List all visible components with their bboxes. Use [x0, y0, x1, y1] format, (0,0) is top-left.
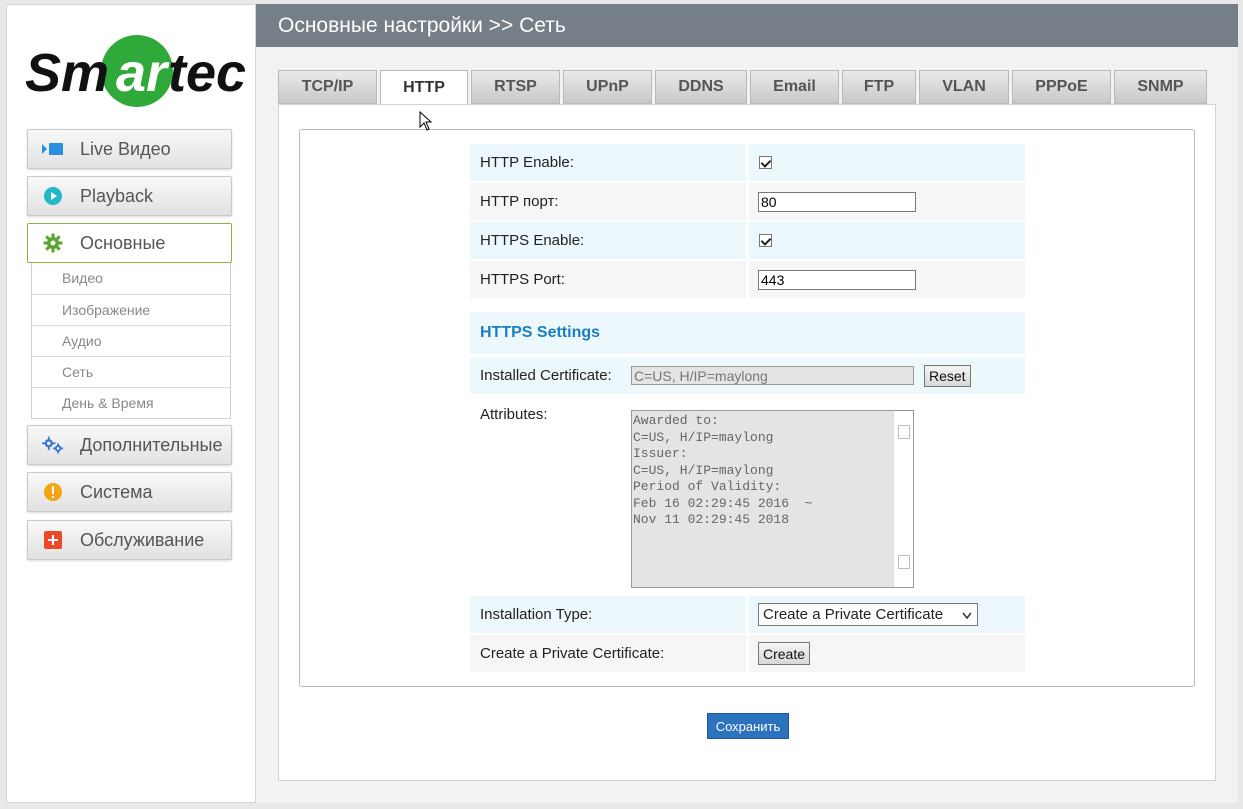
reset-button[interactable]: Reset: [924, 364, 971, 387]
nav-basic[interactable]: Основные: [27, 223, 232, 263]
nav-label: Дополнительные: [80, 434, 223, 455]
http-enable-checkbox[interactable]: [759, 156, 772, 169]
installed-cert-field: [631, 366, 914, 385]
page-title: Основные настройки >> Сеть: [256, 4, 1238, 47]
scroll-down-arrow[interactable]: [898, 555, 910, 569]
tab-pppoe[interactable]: PPPoE: [1012, 70, 1111, 104]
https-enable-checkbox[interactable]: [759, 234, 772, 247]
tab-bar: TCP/IP HTTP RTSP UPnP DDNS Email FTP VLA…: [278, 70, 1210, 106]
nav-label: Playback: [80, 185, 154, 206]
nav-playback[interactable]: Playback: [27, 176, 232, 216]
tab-snmp[interactable]: SNMP: [1114, 70, 1207, 104]
submenu: Видео Изображение Аудио Сеть День & Врем…: [31, 263, 231, 419]
https-port-input[interactable]: [758, 269, 916, 290]
tab-http[interactable]: HTTP: [380, 70, 468, 106]
https-enable-label: HTTPS Enable:: [470, 222, 746, 259]
scroll-up-arrow[interactable]: [898, 425, 910, 439]
install-type-label: Installation Type:: [470, 596, 746, 633]
http-port-row: HTTP порт:: [470, 183, 1025, 220]
gear-icon: [42, 232, 64, 254]
submenu-item-image[interactable]: Изображение: [32, 294, 230, 325]
http-port-label: HTTP порт:: [470, 183, 746, 220]
nav-live-video[interactable]: Live Видео: [27, 129, 232, 169]
attributes-scrollbar[interactable]: [893, 411, 913, 587]
installed-cert-row: Installed Certificate: Reset: [470, 357, 1025, 394]
nav-label: Обслуживание: [80, 529, 205, 550]
attributes-textarea[interactable]: Awarded to: C=US, H/IP=maylong Issuer: C…: [631, 410, 914, 588]
submenu-item-video[interactable]: Видео: [32, 263, 230, 294]
http-port-input[interactable]: [758, 191, 916, 212]
gears-icon: [42, 434, 64, 456]
tab-vlan[interactable]: VLAN: [919, 70, 1009, 104]
svg-text:tec: tec: [168, 43, 246, 103]
svg-text:ar: ar: [116, 43, 170, 103]
attributes-text: Awarded to: C=US, H/IP=maylong Issuer: C…: [633, 413, 813, 527]
installed-cert-label: Installed Certificate:: [480, 367, 612, 384]
https-settings-title: HTTPS Settings: [480, 324, 601, 341]
plus-icon: [42, 529, 64, 551]
http-enable-row: HTTP Enable:: [470, 144, 1025, 181]
submenu-item-network[interactable]: Сеть: [32, 356, 230, 387]
https-port-label: HTTPS Port:: [470, 261, 746, 298]
smartec-logo: Sm ar tec: [25, 35, 246, 107]
save-button[interactable]: Сохранить: [707, 713, 789, 739]
svg-text:Sm: Sm: [25, 43, 109, 103]
https-enable-row: HTTPS Enable:: [470, 222, 1025, 259]
nav-maintenance[interactable]: Обслуживание: [27, 520, 232, 560]
nav-label: Live Видео: [80, 138, 171, 159]
tab-upnp[interactable]: UPnP: [563, 70, 652, 104]
mouse-cursor-icon: [419, 111, 433, 131]
https-port-row: HTTPS Port:: [470, 261, 1025, 298]
warning-icon: [42, 481, 64, 503]
tab-tcpip[interactable]: TCP/IP: [278, 70, 377, 104]
play-icon: [42, 185, 64, 207]
tab-email[interactable]: Email: [750, 70, 839, 104]
https-settings-header: HTTPS Settings: [470, 312, 1025, 354]
nav-system[interactable]: Система: [27, 472, 232, 512]
tab-content: HTTP Enable: HTTP порт: HTTPS Enable:: [278, 104, 1216, 781]
sidebar: Sm ar tec Live Видео Playback Основные В…: [6, 4, 256, 803]
tab-ddns[interactable]: DDNS: [655, 70, 747, 104]
install-type-select[interactable]: Create a Private Certificate: [758, 603, 978, 626]
tab-rtsp[interactable]: RTSP: [471, 70, 560, 104]
camera-icon: [42, 138, 64, 160]
attributes-row: Attributes: Awarded to: C=US, H/IP=maylo…: [470, 396, 1025, 592]
nav-label: Система: [80, 481, 153, 502]
submenu-item-audio[interactable]: Аудио: [32, 325, 230, 356]
install-type-value: Create a Private Certificate: [763, 606, 944, 623]
install-type-row: Installation Type: Create a Private Cert…: [470, 596, 1025, 633]
attributes-label: Attributes:: [480, 406, 548, 423]
create-cert-row: Create a Private Certificate: Create: [470, 635, 1025, 672]
create-button[interactable]: Create: [758, 642, 811, 665]
nav-label: Основные: [80, 232, 166, 253]
http-enable-label: HTTP Enable:: [470, 144, 746, 181]
main-area: Основные настройки >> Сеть TCP/IP HTTP R…: [256, 4, 1238, 803]
tab-ftp[interactable]: FTP: [842, 70, 916, 104]
nav-advanced[interactable]: Дополнительные: [27, 425, 232, 465]
submenu-item-datetime[interactable]: День & Время: [32, 387, 230, 418]
create-cert-label: Create a Private Certificate:: [470, 635, 746, 672]
chevron-down-icon: [961, 608, 973, 625]
http-settings-panel: HTTP Enable: HTTP порт: HTTPS Enable:: [299, 129, 1195, 687]
